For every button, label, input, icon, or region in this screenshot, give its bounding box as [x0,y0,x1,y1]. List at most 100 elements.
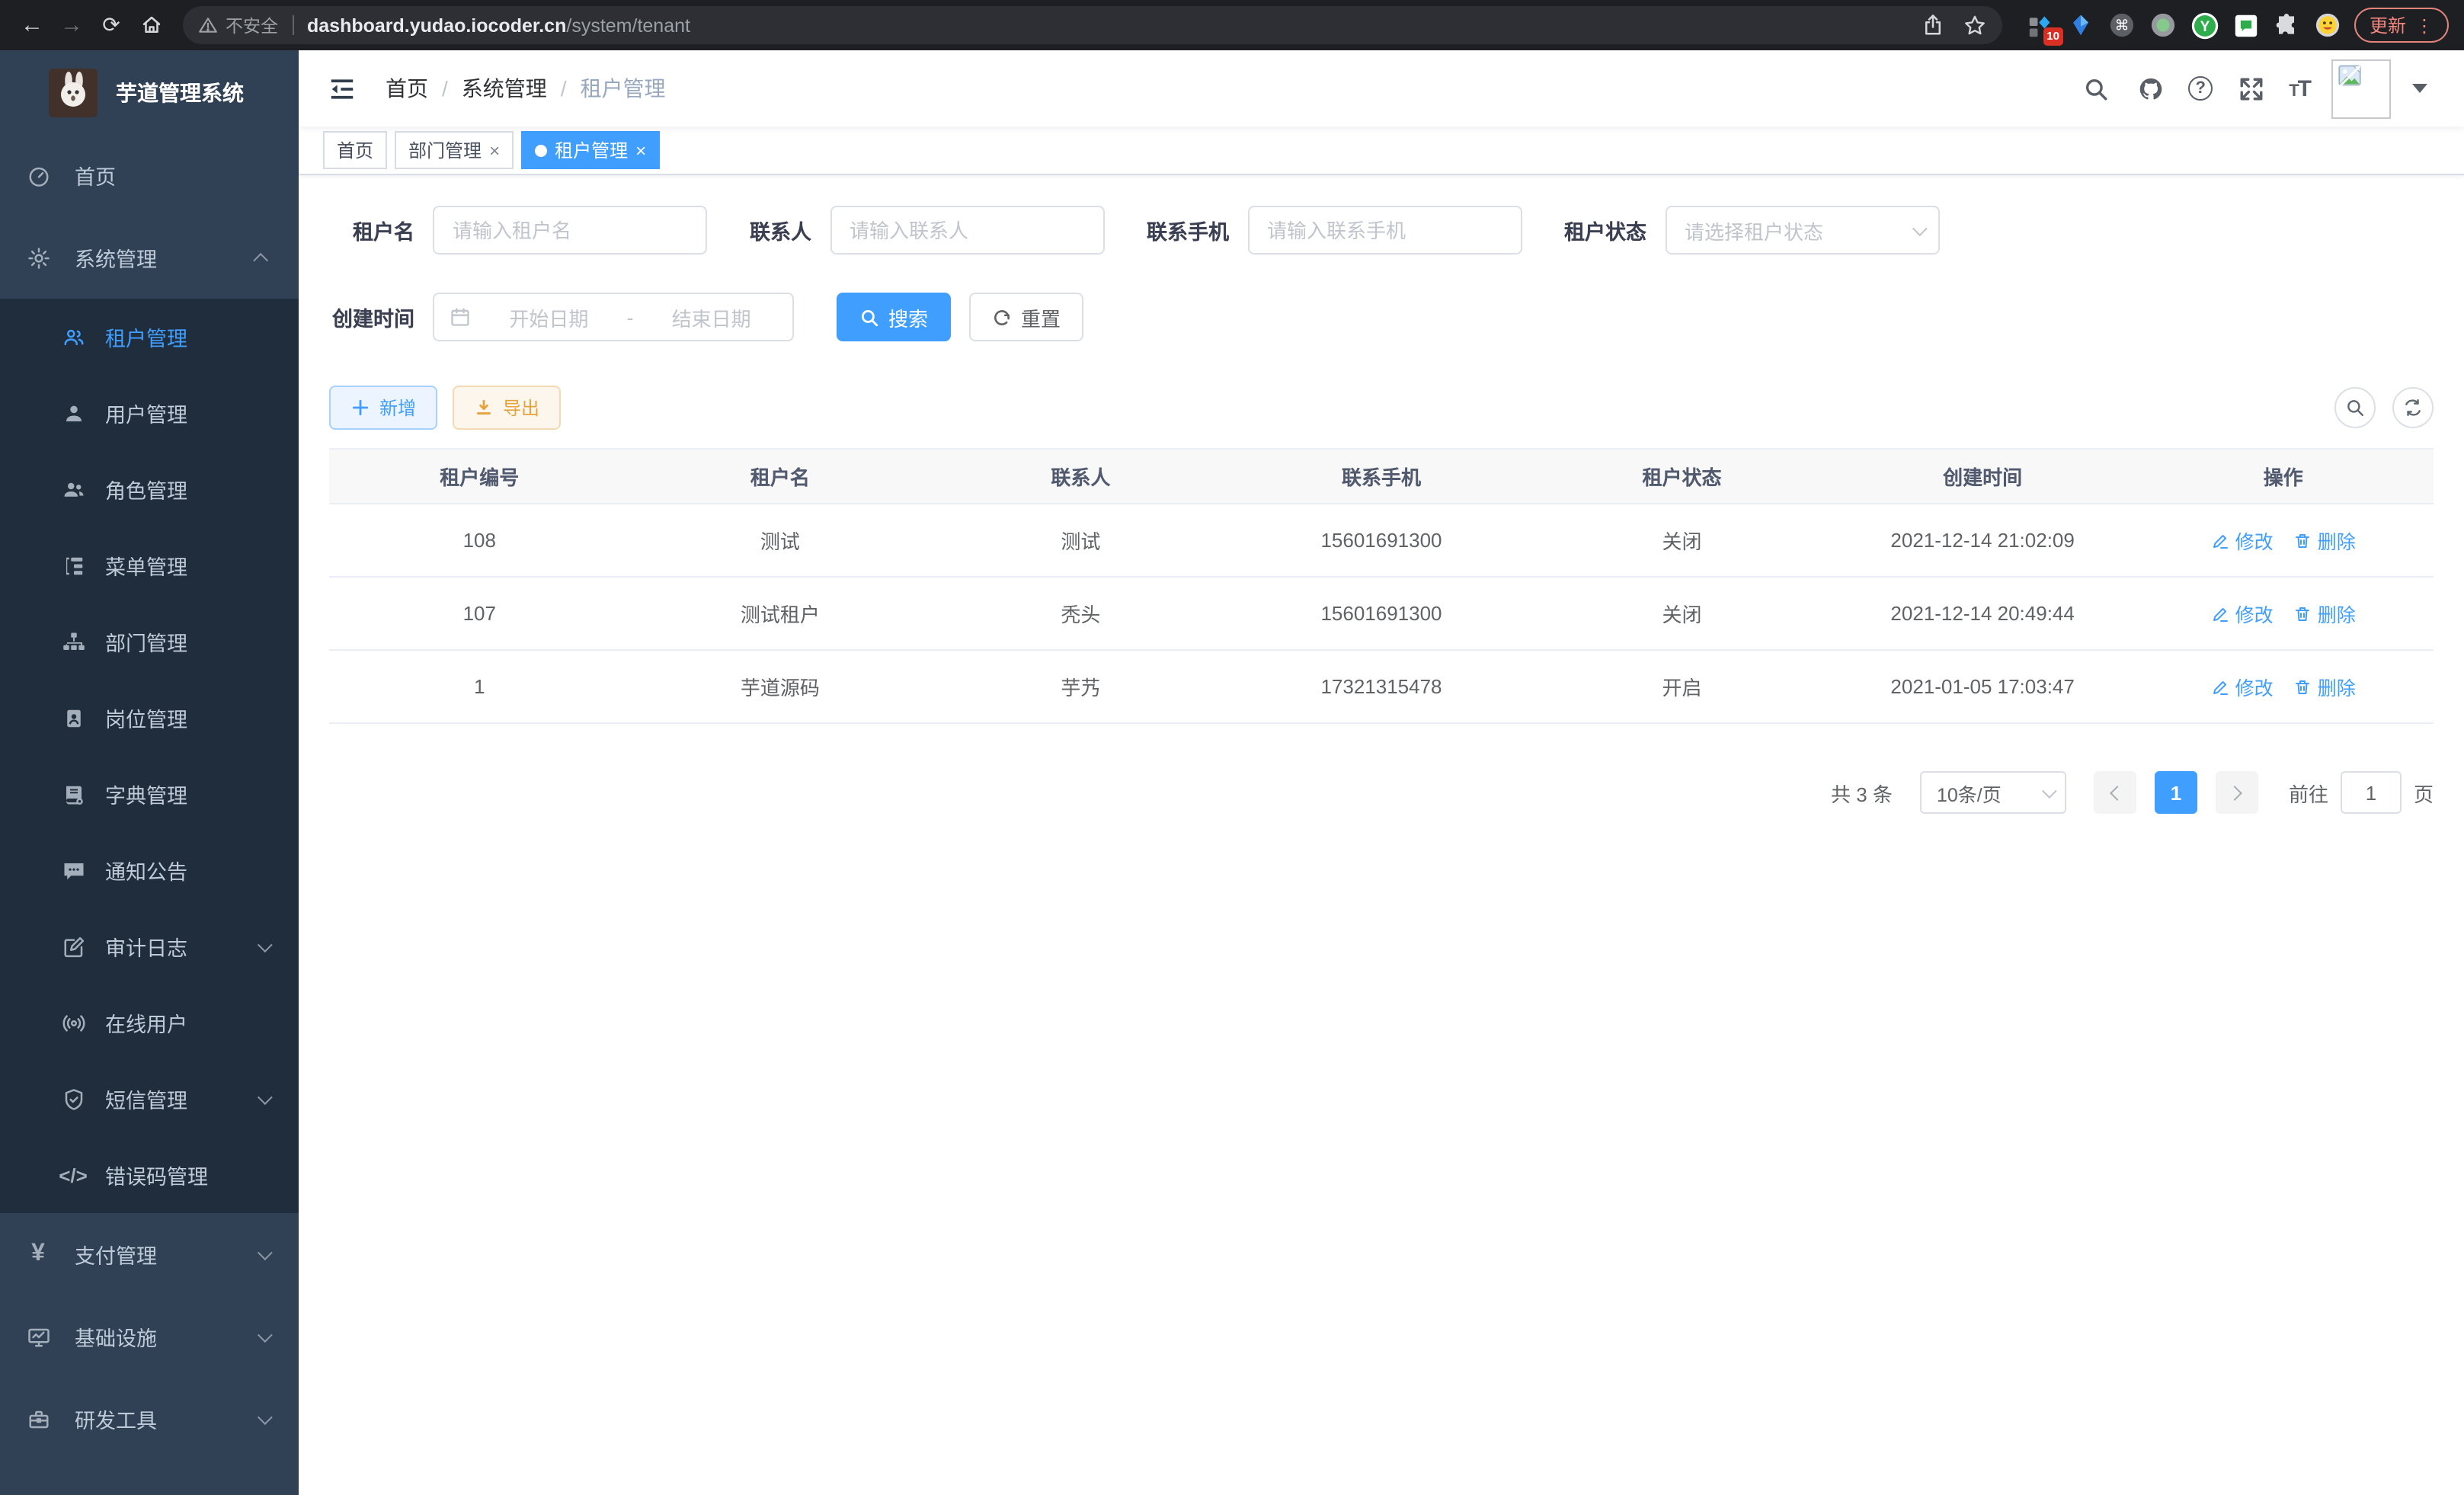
delete-link[interactable]: 删除 [2293,526,2356,555]
share-icon[interactable] [1922,14,1944,37]
avatar[interactable] [2331,59,2391,118]
browser-back-icon[interactable]: ← [12,5,52,45]
sidebar-item-menu[interactable]: 菜单管理 [0,527,299,603]
extension-emoji-icon[interactable] [2315,11,2342,39]
search-icon [859,307,879,327]
url-text[interactable]: dashboard.yudao.iocoder.cn/system/tenant [307,14,1922,36]
cell-created: 2021-12-14 21:02:09 [1832,529,2133,552]
phone-input[interactable] [1247,206,1522,255]
breadcrumb-home[interactable]: 首页 [386,73,428,104]
end-date-placeholder: 结束日期 [645,303,777,331]
sidebar-item-notice[interactable]: 通知公告 [0,832,299,908]
user-icon [61,401,85,425]
github-icon[interactable] [2133,72,2167,105]
page-1-button[interactable]: 1 [2155,771,2197,814]
delete-link[interactable]: 删除 [2293,672,2356,701]
trash-icon [2293,531,2312,549]
page-size-select[interactable]: 10条/页 [1920,771,2066,814]
sidebar-item-dept[interactable]: 部门管理 [0,603,299,680]
date-range-picker[interactable]: 开始日期 - 结束日期 [433,293,794,341]
refresh-table-button[interactable] [2392,387,2434,428]
table-header: 租户编号 租户名 联系人 联系手机 租户状态 创建时间 操作 [329,450,2434,504]
contact-label: 联系人 [750,215,811,245]
sidebar-item-infra[interactable]: 基础设施 [0,1295,299,1378]
edit-link[interactable]: 修改 [2211,672,2274,701]
sidebar-item-user[interactable]: 用户管理 [0,375,299,451]
delete-link[interactable]: 删除 [2293,599,2356,628]
address-bar[interactable]: 不安全 dashboard.yudao.iocoder.cn/system/te… [183,6,2002,44]
extension-puzzle-icon[interactable] [2274,11,2301,39]
edit-link[interactable]: 修改 [2211,526,2274,555]
sidebar-item-dict[interactable]: 字典管理 [0,756,299,832]
extension-blocks-icon[interactable]: 10 [2027,11,2054,39]
export-button[interactable]: 导出 [453,386,561,430]
tenant-name-label: 租户名 [329,215,414,245]
broadcast-icon [61,1010,85,1035]
browser-menu-icon[interactable]: ⋮ [2415,14,2434,36]
prev-page-button[interactable] [2094,771,2136,814]
browser-update-button[interactable]: 更新 ⋮ [2354,8,2449,43]
browser-home-icon[interactable] [131,5,171,45]
cell-contact: 测试 [930,526,1231,555]
sidebar-item-devtools[interactable]: 研发工具 [0,1378,299,1460]
font-size-icon[interactable]: TT [2289,75,2310,101]
status-label: 租户状态 [1564,215,1646,245]
contact-input[interactable] [830,206,1104,255]
close-icon[interactable]: × [635,141,646,159]
goto-label: 前往 [2289,778,2328,807]
avatar-caret-icon[interactable] [2412,84,2427,93]
yen-icon: ¥ [26,1242,50,1266]
sidebar-item-role[interactable]: 角色管理 [0,451,299,527]
sitemap-icon [61,629,85,654]
extension-kite-icon[interactable] [2068,11,2095,39]
code-icon: </> [61,1163,85,1187]
security-indicator[interactable]: 不安全 [198,13,278,37]
edit-link[interactable]: 修改 [2211,599,2274,628]
tag-dept[interactable]: 部门管理 × [395,131,514,169]
bookmark-star-icon[interactable] [1963,13,1987,37]
refresh-icon [992,307,1012,327]
help-icon[interactable]: ? [2188,76,2213,101]
sidebar-toggle-icon[interactable] [315,62,367,114]
extension-dot-icon[interactable] [2150,11,2178,39]
sidebar-item-system[interactable]: 系统管理 [0,216,299,299]
sidebar-item-tenant[interactable]: 租户管理 [0,299,299,375]
sidebar-item-error-code[interactable]: </> 错误码管理 [0,1137,299,1213]
chevron-down-icon [258,1409,273,1424]
header-search-icon[interactable] [2078,72,2112,105]
goto-page-input[interactable] [2341,771,2402,814]
cell-name: 测试租户 [630,599,931,628]
next-page-button[interactable] [2216,771,2258,814]
extension-y-icon[interactable]: Y [2191,11,2219,39]
sidebar-item-home[interactable]: 首页 [0,134,299,216]
fullscreen-icon[interactable] [2234,72,2267,105]
sidebar-item-audit-log[interactable]: 审计日志 [0,908,299,984]
status-select[interactable]: 请选择租户状态 [1665,206,1939,255]
reset-button[interactable]: 重置 [969,293,1083,341]
tag-tenant[interactable]: 租户管理 × [521,131,660,169]
search-button[interactable]: 搜索 [837,293,951,341]
sidebar-item-post[interactable]: 岗位管理 [0,680,299,756]
sidebar-item-sms[interactable]: 短信管理 [0,1061,299,1137]
edit-square-icon [61,934,85,959]
sidebar-item-payment[interactable]: ¥ 支付管理 [0,1213,299,1295]
table-row: 1 芋道源码 芋艿 17321315478 开启 2021-01-05 17:0… [329,651,2434,724]
extension-chat-icon[interactable] [2232,11,2260,39]
chevron-down-icon [258,1327,273,1342]
app-logo-row[interactable]: 芋道管理系统 [0,50,299,134]
close-icon[interactable]: × [489,141,500,159]
browser-forward-icon[interactable]: → [52,5,91,45]
browser-reload-icon[interactable]: ⟳ [91,5,131,45]
breadcrumb-system[interactable]: 系统管理 [462,73,547,104]
screen: ← → ⟳ 不安全 dashboard.yudao.iocoder.cn/sys… [0,0,2464,1495]
tag-home[interactable]: 首页 [323,131,387,169]
toggle-search-button[interactable] [2334,387,2376,428]
id-badge-icon [61,706,85,730]
sidebar-item-online-user[interactable]: 在线用户 [0,984,299,1061]
tenant-name-input[interactable] [433,206,707,255]
start-date-placeholder: 开始日期 [483,303,615,331]
extension-command-icon[interactable]: ⌘ [2109,11,2136,39]
add-button[interactable]: 新增 [329,386,437,430]
dashboard-icon [26,163,50,187]
gear-icon [26,245,50,270]
